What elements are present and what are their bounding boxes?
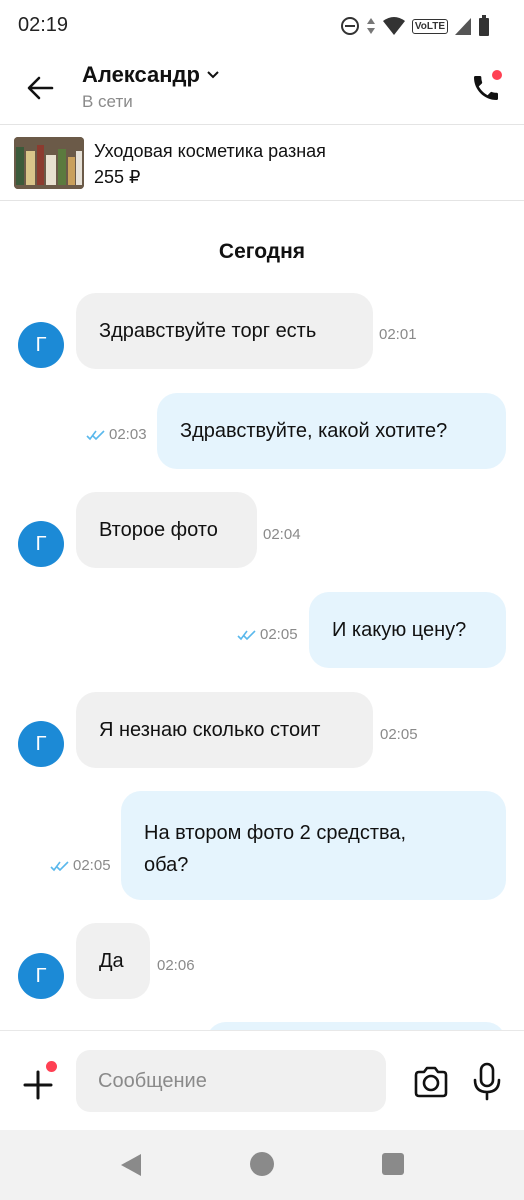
wifi-icon: [382, 17, 405, 35]
contact-name-dropdown[interactable]: Александр: [82, 62, 220, 88]
message-text: И какую цену?: [332, 618, 467, 641]
notification-dot: [492, 70, 502, 80]
avatar[interactable]: Г: [18, 322, 64, 368]
nav-home-icon[interactable]: [250, 1152, 274, 1176]
call-button[interactable]: [466, 68, 506, 108]
message-input[interactable]: [76, 1050, 386, 1112]
outgoing-message[interactable]: На втором фото 2 средства, оба?: [121, 791, 506, 900]
message-time: 02:03: [109, 426, 147, 443]
outgoing-message[interactable]: И какую цену?: [309, 592, 506, 668]
message-text: Да: [99, 949, 124, 972]
microphone-icon[interactable]: [470, 1061, 504, 1101]
product-price: 255 ₽: [94, 167, 141, 187]
avatar[interactable]: Г: [18, 521, 64, 567]
message-time: 02:06: [157, 957, 195, 974]
contact-online-status: В сети: [82, 92, 133, 111]
chevron-down-icon: [207, 71, 219, 79]
message-text: Здравствуйте торг есть: [99, 319, 317, 342]
product-title: Уходовая косметика разная: [94, 141, 326, 161]
product-thumbnail: [14, 137, 84, 189]
nav-recents-icon[interactable]: [382, 1153, 404, 1175]
do-not-disturb-icon: [340, 17, 359, 35]
notification-dot: [46, 1061, 57, 1072]
arrow-left-icon: [27, 76, 54, 100]
volte-badge: VoLTE: [411, 18, 448, 34]
message-text: На втором фото 2 средства, оба?: [144, 822, 407, 876]
message-time: 02:05: [260, 626, 298, 643]
incoming-message[interactable]: Второе фото: [76, 492, 257, 568]
plus-icon[interactable]: [20, 1067, 56, 1103]
message-status: 02:05: [50, 857, 111, 874]
signal-icon: [455, 18, 471, 35]
message-text: Здравствуйте, какой хотите?: [180, 419, 448, 442]
status-bar: 02:19 VoLTE: [0, 0, 524, 52]
camera-icon[interactable]: [412, 1063, 450, 1101]
chat-header: Александр В сети: [0, 52, 524, 125]
double-check-icon: [86, 429, 105, 440]
status-time: 02:19: [18, 14, 69, 36]
message-status: 02:03: [86, 426, 147, 443]
battery-icon: [479, 15, 489, 36]
message-text: Второе фото: [99, 518, 218, 541]
data-arrows-icon: [366, 18, 375, 34]
product-listing[interactable]: Уходовая косметика разная 255 ₽: [0, 125, 524, 201]
incoming-message[interactable]: Я незнаю сколько стоит: [76, 692, 373, 768]
system-nav-bar: [0, 1130, 524, 1200]
outgoing-message[interactable]: Здравствуйте, какой хотите?: [157, 393, 506, 469]
message-time: 02:05: [380, 726, 418, 743]
double-check-icon: [237, 629, 256, 640]
message-status: 02:05: [237, 626, 298, 643]
nav-back-icon[interactable]: [118, 1152, 144, 1178]
double-check-icon: [50, 860, 69, 871]
date-separator: Сегодня: [218, 240, 306, 263]
back-button[interactable]: [22, 70, 58, 106]
message-time: 02:04: [263, 526, 301, 543]
message-text: Я незнаю сколько стоит: [99, 718, 321, 741]
incoming-message[interactable]: Здравствуйте торг есть: [76, 293, 373, 369]
message-time: 02:05: [73, 857, 111, 874]
incoming-message[interactable]: Да: [76, 923, 150, 999]
status-icons: VoLTE: [340, 14, 490, 38]
contact-name: Александр: [82, 62, 200, 87]
message-composer: [0, 1030, 524, 1131]
avatar[interactable]: Г: [18, 721, 64, 767]
message-time: 02:01: [379, 326, 417, 343]
avatar[interactable]: Г: [18, 953, 64, 999]
